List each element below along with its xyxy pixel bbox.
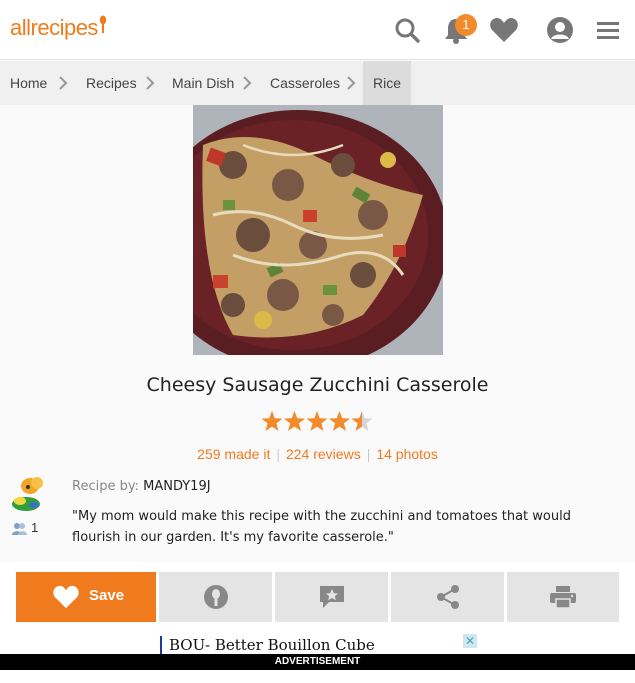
byline-label: Recipe by:	[72, 479, 139, 494]
review-button[interactable]	[275, 572, 388, 622]
print-icon	[550, 586, 576, 609]
recipe-description: "My mom would make this recipe with the …	[72, 509, 571, 545]
ad-label: ADVERTISEMENT	[0, 654, 635, 670]
ad-text[interactable]: BOU- Better Bouillon Cube	[160, 636, 375, 654]
recipe-byline: Recipe by: MANDY19J	[72, 479, 211, 494]
user-icon[interactable]	[544, 14, 576, 46]
top-bar: allrecipes 1	[0, 0, 635, 60]
photos-link[interactable]: 14 photos	[376, 446, 438, 462]
followers-count[interactable]: 1	[12, 520, 38, 535]
made-it-icon	[203, 585, 228, 609]
menu-icon[interactable]	[592, 14, 624, 46]
made-it-button[interactable]	[159, 572, 272, 622]
action-bar: Save	[0, 562, 635, 634]
recipe-photo[interactable]	[193, 105, 443, 355]
followers-number: 1	[31, 520, 39, 535]
spoon-icon	[99, 15, 107, 33]
print-button[interactable]	[507, 572, 619, 622]
chevron-right-icon	[243, 76, 252, 90]
breadcrumb: Home Recipes Main Dish Casseroles Rice	[0, 61, 635, 105]
made-it-link[interactable]: 259 made it	[197, 446, 270, 462]
breadcrumb-casseroles[interactable]: Casseroles	[270, 61, 340, 105]
star-filled	[329, 411, 350, 431]
share-icon	[436, 585, 459, 609]
heart-icon	[53, 585, 79, 609]
share-button[interactable]	[391, 572, 504, 622]
heart-icon[interactable]	[488, 14, 520, 46]
save-label: Save	[89, 587, 125, 604]
notification-badge: 1	[455, 14, 477, 36]
breadcrumb-main-dish[interactable]: Main Dish	[172, 61, 234, 105]
author-name[interactable]: MANDY19J	[143, 479, 210, 494]
review-icon	[319, 586, 344, 608]
chevron-right-icon	[59, 76, 68, 90]
logo-text: allrecipes	[10, 15, 98, 40]
chevron-right-icon	[146, 76, 155, 90]
star-filled	[261, 411, 283, 431]
star-filled	[284, 411, 305, 431]
search-icon[interactable]	[391, 14, 423, 46]
advertisement: BOU- Better Bouillon Cube ✕ ADVERTISEMEN…	[0, 634, 635, 683]
breadcrumb-home[interactable]: Home	[10, 61, 47, 105]
breadcrumb-rice[interactable]: Rice	[363, 61, 412, 105]
recipe-stats: 259 made it | 224 reviews | 14 photos	[0, 446, 635, 462]
allrecipes-logo[interactable]: allrecipes	[10, 15, 107, 41]
recipe-title: Cheesy Sausage Zucchini Casserole	[146, 374, 489, 396]
separator: |	[366, 446, 371, 462]
reviews-link[interactable]: 224 reviews	[286, 446, 361, 462]
casserole-image	[193, 105, 443, 355]
separator: |	[276, 446, 280, 462]
breadcrumb-recipes[interactable]: Recipes	[86, 61, 137, 105]
rating-stars[interactable]	[261, 410, 373, 434]
author-avatar[interactable]	[8, 474, 48, 514]
save-button[interactable]: Save	[16, 572, 156, 622]
chevron-right-icon	[347, 76, 356, 90]
star-filled	[306, 411, 328, 431]
ad-close-icon[interactable]: ✕	[463, 634, 477, 648]
people-icon	[12, 523, 27, 535]
